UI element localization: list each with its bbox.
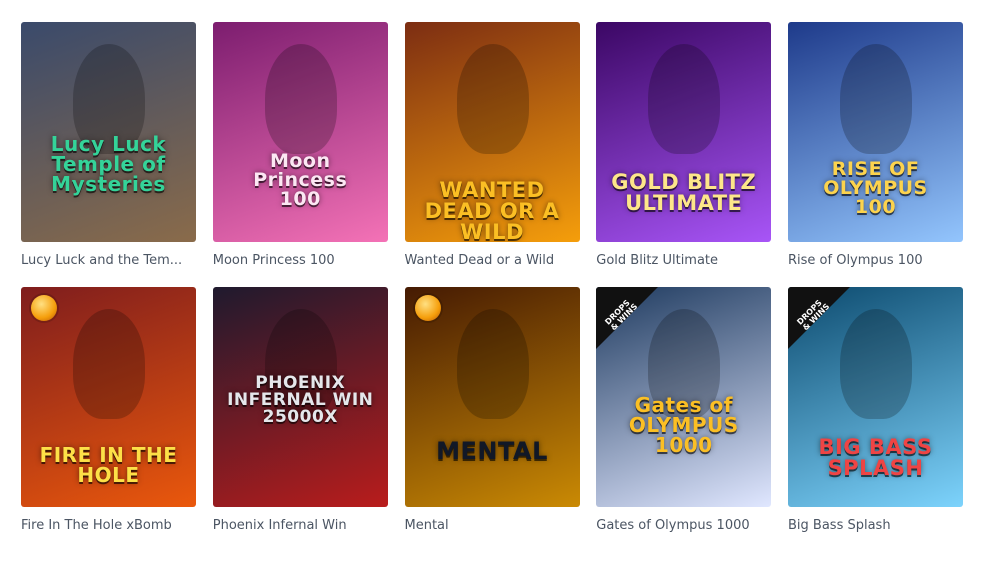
character-figure <box>648 44 721 154</box>
character-figure <box>73 309 145 419</box>
coin-badge-icon <box>414 295 441 321</box>
game-logo: Lucy Luck Temple of Mysteries <box>50 132 167 196</box>
game-logo: Gates of OLYMPUS 1000 <box>628 393 739 457</box>
game-title[interactable]: Rise of Olympus 100 <box>788 253 963 268</box>
game-thumbnail[interactable]: Moon Princess 100 <box>212 22 388 242</box>
game-title[interactable]: Gold Blitz Ultimate <box>596 253 771 268</box>
coin-badge-icon <box>31 295 57 321</box>
game-card[interactable]: WANTED DEAD OR A WILD Wanted Dead or a Wi… <box>404 22 580 268</box>
game-thumbnail[interactable]: Lucy Luck Temple of Mysteries <box>21 22 196 242</box>
game-logo: PHOENIX INFERNAL WIN 25000X <box>227 373 374 427</box>
game-title[interactable]: Wanted Dead or a Wild <box>405 253 580 268</box>
game-card[interactable]: Gates of OLYMPUS 1000 DROPS & WINS Gates o… <box>596 287 772 533</box>
game-thumbnail[interactable]: PHOENIX INFERNAL WIN 25000X <box>212 287 388 507</box>
character-figure <box>264 44 337 154</box>
game-thumbnail[interactable]: Gates of OLYMPUS 1000 DROPS & WINS <box>596 287 772 507</box>
game-grid: Lucy Luck Temple of Mysteries Lucy Luck a… <box>21 22 963 533</box>
game-thumbnail[interactable]: FIRE IN THE HOLE <box>21 287 196 507</box>
game-logo: GOLD BLITZ ULTIMATE <box>611 170 757 215</box>
game-logo: FIRE IN THE HOLE <box>39 443 178 487</box>
game-card[interactable]: MENTAL Mental <box>404 287 580 533</box>
game-thumbnail[interactable]: GOLD BLITZ ULTIMATE <box>596 22 772 242</box>
game-card[interactable]: Lucy Luck Temple of Mysteries Lucy Luck a… <box>21 22 196 268</box>
game-title[interactable]: Gates of Olympus 1000 <box>596 518 771 533</box>
game-card[interactable]: GOLD BLITZ ULTIMATE Gold Blitz Ultimate <box>596 22 772 268</box>
game-logo: WANTED DEAD OR A WILD <box>424 178 560 243</box>
game-thumbnail[interactable]: MENTAL <box>404 287 580 507</box>
game-thumbnail[interactable]: RISE OF OLYMPUS 100 <box>788 22 963 242</box>
game-card[interactable]: RISE OF OLYMPUS 100 Rise of Olympus 100 <box>788 22 963 268</box>
game-card[interactable]: Moon Princess 100 Moon Princess 100 <box>212 22 388 268</box>
game-logo: MENTAL <box>436 437 548 465</box>
game-card[interactable]: BIG BASS SPLASH DROPS & WINS Big Bass Spla… <box>788 287 963 533</box>
game-title[interactable]: Big Bass Splash <box>788 518 963 533</box>
game-logo: Moon Princess 100 <box>253 150 348 210</box>
character-figure <box>456 309 529 419</box>
game-card[interactable]: FIRE IN THE HOLE Fire In The Hole xBomb <box>21 287 196 533</box>
game-title[interactable]: Lucy Luck and the Tem... <box>21 253 196 268</box>
game-title[interactable]: Mental <box>405 518 580 533</box>
game-title[interactable]: Fire In The Hole xBomb <box>21 518 196 533</box>
game-title[interactable]: Moon Princess 100 <box>213 253 388 268</box>
game-card[interactable]: PHOENIX INFERNAL WIN 25000X Phoenix Infer… <box>212 287 388 533</box>
character-figure <box>456 44 529 154</box>
character-figure <box>840 44 912 154</box>
character-figure <box>840 309 912 419</box>
game-logo: BIG BASS SPLASH <box>818 435 933 480</box>
game-logo: RISE OF OLYMPUS 100 <box>823 158 928 218</box>
game-thumbnail[interactable]: BIG BASS SPLASH DROPS & WINS <box>788 287 963 507</box>
game-thumbnail[interactable]: WANTED DEAD OR A WILD <box>404 22 580 243</box>
game-title[interactable]: Phoenix Infernal Win <box>213 518 388 533</box>
